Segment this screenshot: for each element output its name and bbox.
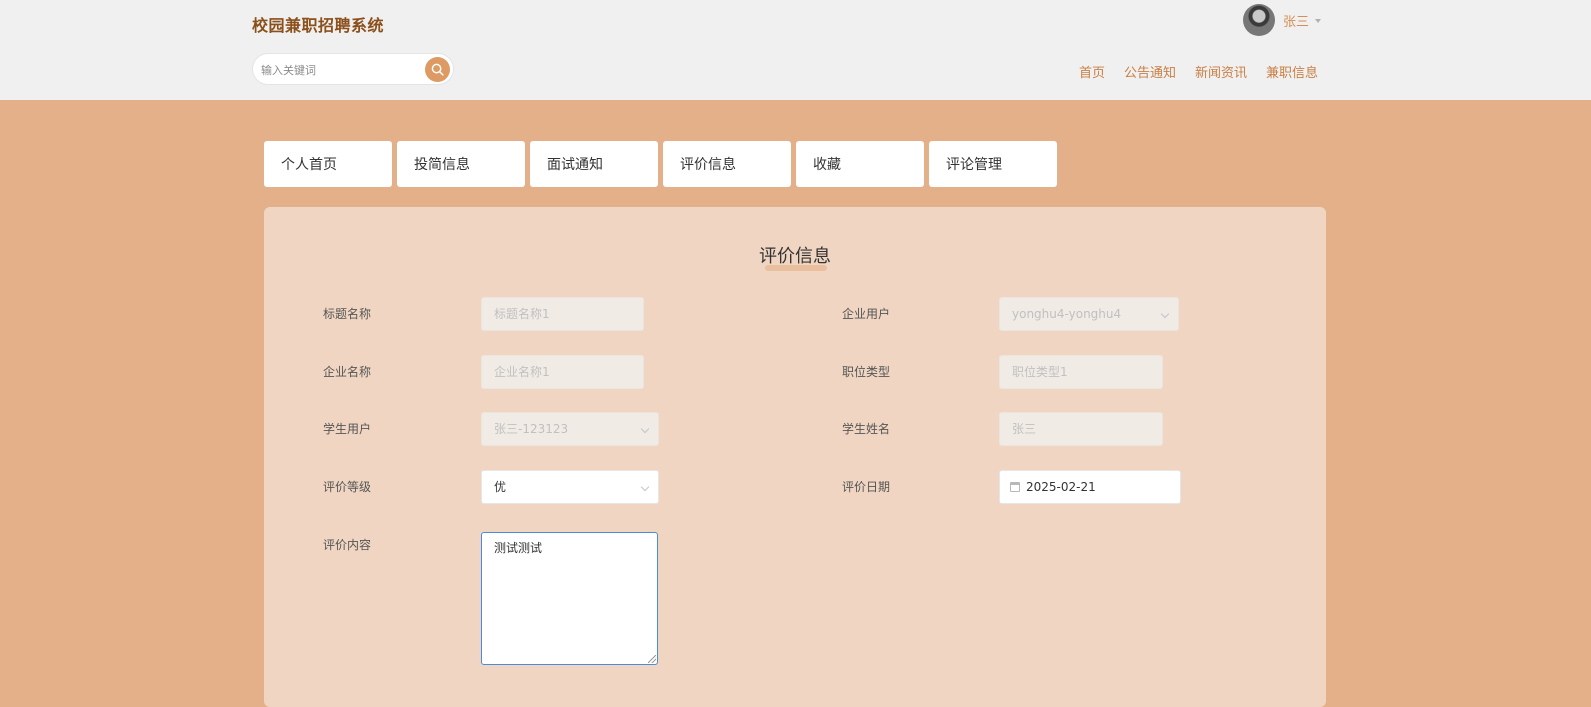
site-title[interactable]: 校园兼职招聘系统 xyxy=(252,12,384,36)
user-name[interactable]: 张三 xyxy=(1283,11,1309,30)
nav-announcements[interactable]: 公告通知 xyxy=(1124,62,1176,81)
student-name-label: 学生姓名 xyxy=(842,422,891,436)
rating-date-value: 2025-02-21 xyxy=(1026,480,1096,494)
tab-personal-home[interactable]: 个人首页 xyxy=(264,141,392,187)
calendar-icon xyxy=(1010,482,1020,492)
rating-select[interactable]: 优 xyxy=(481,470,659,504)
search-box xyxy=(252,53,454,85)
chevron-down-icon xyxy=(640,424,650,434)
rating-value: 优 xyxy=(494,480,507,494)
student-user-value: 张三-123123 xyxy=(494,422,569,436)
evaluation-form-card: 评价信息 标题名称 标题名称1 企业用户 yonghu4-yonghu4 企业名… xyxy=(264,207,1326,707)
tab-favorites[interactable]: 收藏 xyxy=(796,141,924,187)
user-menu[interactable]: 张三 xyxy=(1243,3,1322,37)
header-wave-border xyxy=(0,88,1591,104)
header: 校园兼职招聘系统 张三 首页 公告通知 新闻资讯 兼职信息 xyxy=(0,0,1591,100)
job-type-label: 职位类型 xyxy=(842,365,891,379)
center-tabs: 个人首页 投简信息 面试通知 评价信息 收藏 评论管理 xyxy=(264,141,1062,187)
tab-interview-notices[interactable]: 面试通知 xyxy=(530,141,658,187)
student-name-field[interactable]: 张三 xyxy=(999,412,1163,446)
company-name-label: 企业名称 xyxy=(323,365,372,379)
content-textarea[interactable]: 测试测试 xyxy=(481,532,658,665)
tab-resume-submissions[interactable]: 投简信息 xyxy=(397,141,525,187)
student-user-select[interactable]: 张三-123123 xyxy=(481,412,659,446)
search-icon xyxy=(431,63,444,76)
company-user-value: yonghu4-yonghu4 xyxy=(1012,307,1122,321)
chevron-down-icon xyxy=(640,482,650,492)
company-name-field[interactable]: 企业名称1 xyxy=(481,355,644,389)
job-type-field[interactable]: 职位类型1 xyxy=(999,355,1163,389)
rating-date-label: 评价日期 xyxy=(842,480,891,494)
company-user-select[interactable]: yonghu4-yonghu4 xyxy=(999,297,1179,331)
student-user-label: 学生用户 xyxy=(323,422,372,436)
search-button[interactable] xyxy=(425,57,450,82)
tab-comment-management[interactable]: 评论管理 xyxy=(929,141,1057,187)
company-user-label: 企业用户 xyxy=(842,307,891,321)
top-nav: 首页 公告通知 新闻资讯 兼职信息 xyxy=(1079,62,1318,81)
content-label: 评价内容 xyxy=(323,538,372,552)
nav-home[interactable]: 首页 xyxy=(1079,62,1105,81)
search-input[interactable] xyxy=(261,61,421,79)
resize-handle[interactable] xyxy=(648,655,656,663)
title-name-label: 标题名称 xyxy=(323,307,372,321)
chevron-down-icon xyxy=(1160,309,1170,319)
nav-news[interactable]: 新闻资讯 xyxy=(1195,62,1247,81)
rating-label: 评价等级 xyxy=(323,480,372,494)
avatar[interactable] xyxy=(1243,4,1275,36)
tab-evaluations[interactable]: 评价信息 xyxy=(663,141,791,187)
caret-down-icon xyxy=(1315,19,1322,23)
title-name-field[interactable]: 标题名称1 xyxy=(481,297,644,331)
nav-part-time-jobs[interactable]: 兼职信息 xyxy=(1266,62,1318,81)
form-title: 评价信息 xyxy=(759,246,831,267)
rating-date-picker[interactable]: 2025-02-21 xyxy=(999,470,1181,504)
